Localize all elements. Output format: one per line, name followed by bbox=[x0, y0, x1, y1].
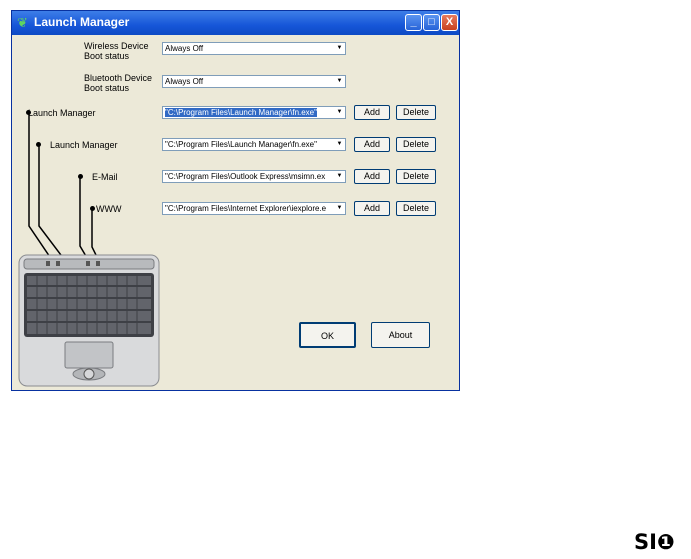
launch-manager-window: ❦ Launch Manager _ □ X Wireless Device B… bbox=[11, 10, 460, 391]
laptop-keyboard-illustration bbox=[18, 254, 160, 387]
about-button[interactable]: About bbox=[371, 322, 430, 348]
ok-button[interactable]: OK bbox=[299, 322, 356, 348]
page-logo: SI❶ bbox=[634, 530, 675, 554]
callout-dot bbox=[26, 110, 31, 115]
callout-dot bbox=[90, 206, 95, 211]
callout-dot bbox=[78, 174, 83, 179]
callout-dot bbox=[36, 142, 41, 147]
